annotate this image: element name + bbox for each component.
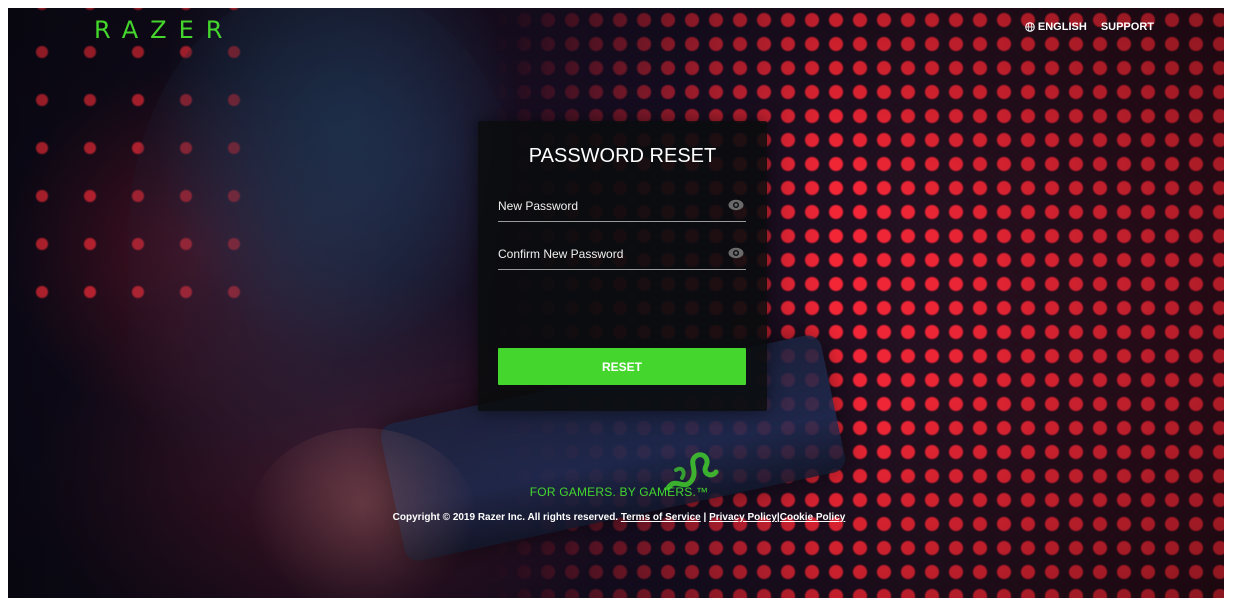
privacy-policy-link[interactable]: Privacy Policy: [709, 512, 777, 523]
password-reset-card: PASSWORD RESET RESET: [478, 121, 767, 411]
confirm-password-field: [498, 241, 746, 270]
cookie-policy-link[interactable]: Cookie Policy: [780, 512, 846, 523]
language-selector[interactable]: ENGLISH: [1025, 21, 1087, 33]
new-password-field: [498, 193, 746, 222]
copyright-text: Copyright © 2019 Razer Inc. All rights r…: [392, 512, 619, 523]
page-title: PASSWORD RESET: [528, 145, 717, 167]
language-label: ENGLISH: [1037, 21, 1087, 33]
top-nav: ENGLISH SUPPORT: [1025, 21, 1154, 33]
confirm-password-input[interactable]: [498, 241, 718, 267]
razer-logo[interactable]: RAZER: [94, 16, 234, 44]
tagline: FOR GAMERS. BY GAMERS.™: [529, 485, 709, 499]
copyright-bar: Copyright © 2019 Razer Inc. All rights r…: [0, 512, 1238, 523]
eye-icon[interactable]: [728, 247, 744, 259]
new-password-input[interactable]: [498, 193, 718, 219]
reset-button[interactable]: RESET: [498, 348, 746, 385]
support-link[interactable]: SUPPORT: [1101, 21, 1154, 33]
eye-icon[interactable]: [728, 199, 744, 211]
globe-icon: [1025, 22, 1035, 32]
separator: |: [703, 512, 707, 523]
terms-of-service-link[interactable]: Terms of Service: [621, 512, 701, 523]
